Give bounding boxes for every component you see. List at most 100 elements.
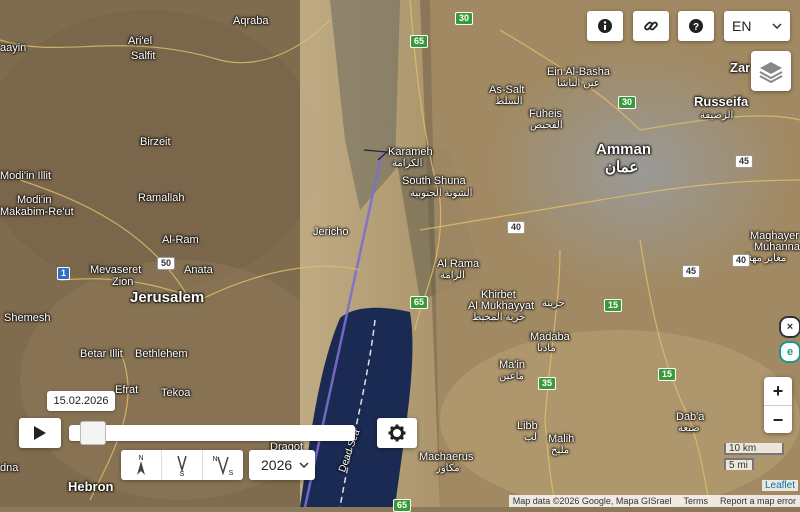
place-label-arabic: الفحيص <box>530 120 563 131</box>
place-label: Jericho <box>313 226 349 238</box>
play-icon <box>34 426 46 440</box>
place-label: Malih <box>548 433 575 445</box>
language-value: EN <box>732 18 752 34</box>
route-shield: 30 <box>455 12 474 25</box>
scale-mi: 5 mi <box>724 458 754 471</box>
scale-km: 10 km <box>724 443 784 455</box>
south-arrow-icon: S <box>177 455 187 477</box>
zoom-control: + − <box>764 377 792 433</box>
share-link-button[interactable] <box>633 11 669 41</box>
route-shield: 65 <box>410 35 429 48</box>
report-error-link[interactable]: Report a map error <box>720 495 796 507</box>
terms-link[interactable]: Terms <box>683 495 708 507</box>
place-label: Machaerus <box>419 451 474 463</box>
timeline-slider-handle[interactable] <box>79 421 106 445</box>
settings-button[interactable] <box>377 418 417 448</box>
route-shield: 35 <box>538 377 557 390</box>
place-label-arabic: لب <box>524 432 537 443</box>
place-label-arabic: الشونة الجنوبية <box>410 188 473 199</box>
place-label: Anata <box>184 264 213 276</box>
place-label: Ari'el <box>128 35 153 47</box>
place-label: dna <box>0 462 19 474</box>
place-label-arabic: مغاير مهنا <box>746 253 787 264</box>
timeline-date: 15.02.2026 <box>47 391 115 411</box>
place-label-arabic: مكاور <box>436 463 460 474</box>
place-label-arabic: الرصيفة <box>700 110 734 121</box>
place-label-arabic: خربة المخيط <box>472 312 526 323</box>
compass-buttons: N S N S <box>121 450 243 480</box>
place-label: Ein Al-Basha <box>547 66 610 78</box>
leaflet-link[interactable]: Leaflet <box>761 480 798 491</box>
place-label: South Shuna <box>402 175 466 187</box>
place-label-arabic: عين الباشا <box>557 78 600 89</box>
gear-icon <box>388 424 406 442</box>
place-label: Modi'in <box>17 194 52 206</box>
place-label-arabic: جرينة <box>542 298 565 309</box>
place-label: Mevaseret <box>90 264 142 276</box>
city-label-hebron: Hebron <box>68 479 114 494</box>
place-label: Madaba <box>530 331 570 343</box>
place-label: Al Rama <box>437 258 480 270</box>
place-label: Al Mukhayyat <box>468 300 535 312</box>
side-tool-icons: × e <box>779 316 800 366</box>
chevron-down-icon <box>772 23 782 29</box>
e-circle-icon[interactable]: e <box>779 341 800 363</box>
place-label: Zion <box>112 276 134 288</box>
route-shield: 1 <box>57 267 71 280</box>
route-shield: 65 <box>410 296 429 309</box>
place-label: Karameh <box>388 146 433 158</box>
language-select[interactable]: EN <box>724 11 790 41</box>
timeline-slider[interactable] <box>69 425 355 441</box>
south-letter: S <box>180 471 185 477</box>
place-label: Betar Illit <box>80 348 123 360</box>
place-label: Ma'in <box>499 359 525 371</box>
help-icon: ? <box>689 19 703 33</box>
city-label-jerusalem: Jerusalem <box>130 289 205 306</box>
route-shield: 15 <box>604 299 623 312</box>
north-button[interactable]: N <box>121 450 162 480</box>
place-label: Modi'in Illit <box>0 170 52 182</box>
south-button[interactable]: S <box>162 450 203 480</box>
place-label: Fuheis <box>529 108 563 120</box>
place-label-arabic: ضبعة <box>678 423 700 434</box>
place-label-arabic: ماعين <box>499 371 524 382</box>
place-label: Shemesh <box>4 312 51 324</box>
place-label: Efrat <box>115 384 139 396</box>
route-shield: 30 <box>618 96 637 109</box>
svg-text:?: ? <box>693 22 699 33</box>
route-shield: 15 <box>658 368 677 381</box>
year-select[interactable]: 2026 <box>249 450 315 480</box>
info-button[interactable] <box>587 11 623 41</box>
south-letter: S <box>229 470 234 477</box>
place-label: As-Salt <box>489 84 525 96</box>
place-label: Tekoa <box>161 387 191 399</box>
play-button[interactable] <box>19 418 61 448</box>
north-south-button[interactable]: N S <box>203 450 243 480</box>
help-button[interactable]: ? <box>678 11 714 41</box>
place-label: Salfit <box>131 50 156 62</box>
route-shield: 45 <box>682 265 701 278</box>
place-label-arabic: السلط <box>495 96 523 107</box>
zoom-in-button[interactable]: + <box>764 377 792 406</box>
north-south-arrows-icon: N S <box>212 456 234 477</box>
city-label-amman: Amman <box>596 141 652 158</box>
link-icon <box>644 21 658 31</box>
close-circle-icon[interactable]: × <box>779 316 800 338</box>
north-letter: N <box>212 456 217 463</box>
city-label-amman-arabic: عمان <box>605 159 639 176</box>
place-label: Muhanna <box>754 241 800 253</box>
route-shield: 65 <box>393 499 412 512</box>
place-label: Zar <box>730 60 751 75</box>
place-label: Al-Ram <box>162 234 199 246</box>
map-data-attribution: Map data ©2026 Google, Mapa GISrael <box>512 496 672 506</box>
place-label: Makabim-Re'ut <box>0 206 74 218</box>
place-label: Bethlehem <box>135 348 188 360</box>
layers-icon <box>759 62 783 84</box>
year-value: 2026 <box>261 457 293 473</box>
zoom-out-button[interactable]: − <box>764 406 792 434</box>
route-shield: 45 <box>735 155 754 168</box>
place-label: Birzeit <box>140 136 171 148</box>
place-label-arabic: الكرامة <box>392 158 423 169</box>
city-label-russeifa: Russeifa <box>694 94 749 109</box>
layers-button[interactable] <box>751 51 791 91</box>
